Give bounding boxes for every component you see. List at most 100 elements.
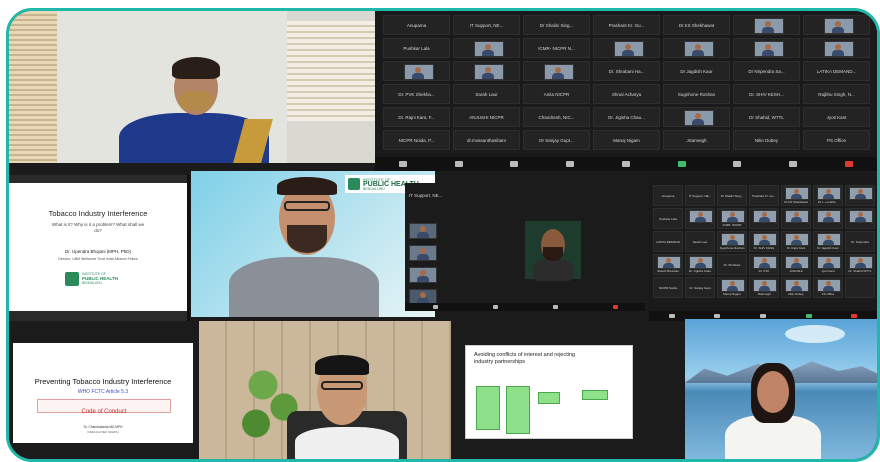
participant-name: Pushkar Lala bbox=[659, 217, 677, 221]
participant-tile: Dr. PVK Shekha... bbox=[383, 84, 450, 104]
participant-name: LATIKA DEMAND bbox=[656, 240, 680, 244]
participant-video bbox=[753, 210, 777, 223]
leave-button[interactable] bbox=[851, 314, 858, 318]
participant-tile: Dr. SHIV KESH... bbox=[733, 84, 800, 104]
video-icon[interactable] bbox=[454, 161, 463, 167]
banner-logo-icon bbox=[348, 178, 360, 190]
leave-button[interactable] bbox=[612, 305, 618, 309]
body bbox=[823, 194, 834, 199]
participant-name: Dr.KS Shekhawat bbox=[784, 200, 808, 204]
slide-affiliation: Director, UBM Wellcome Trust India Allia… bbox=[58, 257, 138, 261]
slide-title: Avoiding conflicts of interest and rejec… bbox=[474, 352, 576, 365]
participant-tile: IT Support, NE... bbox=[685, 185, 715, 206]
participant-tile bbox=[453, 38, 520, 58]
body bbox=[855, 263, 866, 268]
participant-tile: Manoj Nigam bbox=[717, 277, 747, 298]
participant-name: ANJUSHI NICPR bbox=[469, 115, 504, 120]
participant-video bbox=[817, 256, 841, 269]
participant-name: Dr. SHIV KESH... bbox=[749, 92, 784, 97]
participant-name: Dr. Rajni Kant bbox=[786, 246, 806, 250]
participant-video bbox=[817, 233, 841, 246]
participant-video bbox=[614, 41, 644, 57]
participant-tile: Nitin Dubey bbox=[781, 277, 811, 298]
participant-name: Prashant Kr. Gu... bbox=[608, 23, 645, 28]
clouds bbox=[785, 325, 845, 343]
participant-tile: Dr. Rajni Kant, F... bbox=[383, 107, 450, 127]
body bbox=[663, 263, 674, 268]
participant-name: PS Office bbox=[821, 292, 835, 296]
share-screen-icon[interactable] bbox=[805, 314, 812, 318]
participants-icon[interactable] bbox=[566, 161, 575, 167]
iph-logo: INSTITUTE OF PUBLIC HEALTH BENGALURU bbox=[65, 271, 131, 287]
participant-video bbox=[785, 256, 809, 269]
participant-name: Manoj Nigam bbox=[723, 292, 741, 296]
participant-tile: Dr. Nripendra bbox=[845, 231, 875, 252]
side-thumb bbox=[409, 245, 437, 261]
speaker-body bbox=[533, 259, 573, 281]
participant-name: Sugnhone Roshan bbox=[677, 92, 716, 97]
body bbox=[823, 217, 834, 222]
participant-name: Dr. Shrabani Ha... bbox=[608, 69, 645, 74]
participant-name: LATIKA DEMAND... bbox=[816, 69, 857, 74]
participant-name: Dr Jagdish Kaur bbox=[680, 69, 713, 74]
chat-icon[interactable] bbox=[621, 161, 630, 167]
video-icon[interactable] bbox=[714, 314, 721, 318]
zoom-gallery-small: Anupama IT Support, NE... Dr Shalini Sing.… bbox=[649, 181, 877, 321]
participant-tile: Dr.KS Shekhawat bbox=[781, 185, 811, 206]
side-list-name: IT Support, NE... bbox=[409, 193, 443, 198]
zoom-toolbar-large bbox=[375, 157, 877, 171]
participant-tile: Dr. Rajni Kant bbox=[781, 231, 811, 252]
security-icon[interactable] bbox=[510, 161, 519, 167]
mute-icon[interactable] bbox=[432, 305, 438, 309]
participant-tile: PS Office bbox=[813, 277, 843, 298]
mute-icon[interactable] bbox=[398, 161, 407, 167]
participant-tile: Dr Sanjay Gupt... bbox=[523, 130, 590, 150]
slide-bottom-bar bbox=[9, 311, 187, 321]
participant-video bbox=[753, 279, 777, 292]
participant-name: PS Office bbox=[827, 138, 846, 143]
body bbox=[482, 50, 494, 56]
share-screen-icon[interactable] bbox=[677, 161, 686, 167]
participant-tile: Dr. Sanjay Gupt bbox=[685, 277, 715, 298]
body bbox=[692, 119, 704, 125]
participants-icon[interactable] bbox=[759, 314, 766, 318]
participant-name: Dr. Shrabani bbox=[723, 263, 741, 267]
participant-tile bbox=[749, 208, 779, 229]
participant-tile bbox=[733, 15, 800, 35]
video-icon[interactable] bbox=[492, 305, 498, 309]
participant-tile: Rajbhu Singh, N... bbox=[803, 84, 870, 104]
person-body bbox=[295, 427, 399, 459]
glasses bbox=[284, 201, 330, 211]
body bbox=[823, 240, 834, 245]
reactions-icon[interactable] bbox=[789, 161, 798, 167]
participant-tile: Jyoti Kant bbox=[803, 107, 870, 127]
green-note-3 bbox=[538, 392, 560, 404]
participant-name: NICPR Noida bbox=[658, 286, 677, 290]
leave-button[interactable] bbox=[845, 161, 853, 167]
code-of-conduct-label: Code of Conduct bbox=[81, 409, 127, 415]
mute-icon[interactable] bbox=[668, 314, 675, 318]
participant-tile bbox=[733, 38, 800, 58]
participant-tile: ICMR- NICPR N... bbox=[523, 38, 590, 58]
participant-tile: Dr. Jigisha Chau... bbox=[593, 107, 660, 127]
participant-name: Rajbhu Singh, N... bbox=[818, 92, 855, 97]
chat-icon[interactable] bbox=[552, 305, 558, 309]
participant-tile: Dr Jagdish Kaur bbox=[663, 61, 730, 81]
participant-video bbox=[849, 187, 873, 200]
body bbox=[791, 286, 802, 291]
participant-tile bbox=[383, 61, 450, 81]
participant-video bbox=[753, 256, 777, 269]
participant-tile: Manoj Nigam bbox=[593, 130, 660, 150]
participant-name: Dr L. Londhe... bbox=[818, 200, 838, 204]
participant-tile: Dr L. Londhe... bbox=[813, 185, 843, 206]
side-list: IT Support, NE... bbox=[409, 193, 451, 305]
participant-tile: Anupama bbox=[383, 15, 450, 35]
video-tile-man-office bbox=[199, 321, 451, 459]
slide-subtitle: What is it? Why is it a problem? What sh… bbox=[51, 222, 145, 233]
participant-tile: Shashi Bhushan bbox=[653, 254, 683, 275]
participant-tile bbox=[813, 208, 843, 229]
hair bbox=[315, 355, 369, 375]
participant-tile: Anupama bbox=[653, 185, 683, 206]
record-icon[interactable] bbox=[733, 161, 742, 167]
participant-name: Dr Sanjay Gupt... bbox=[539, 138, 574, 143]
